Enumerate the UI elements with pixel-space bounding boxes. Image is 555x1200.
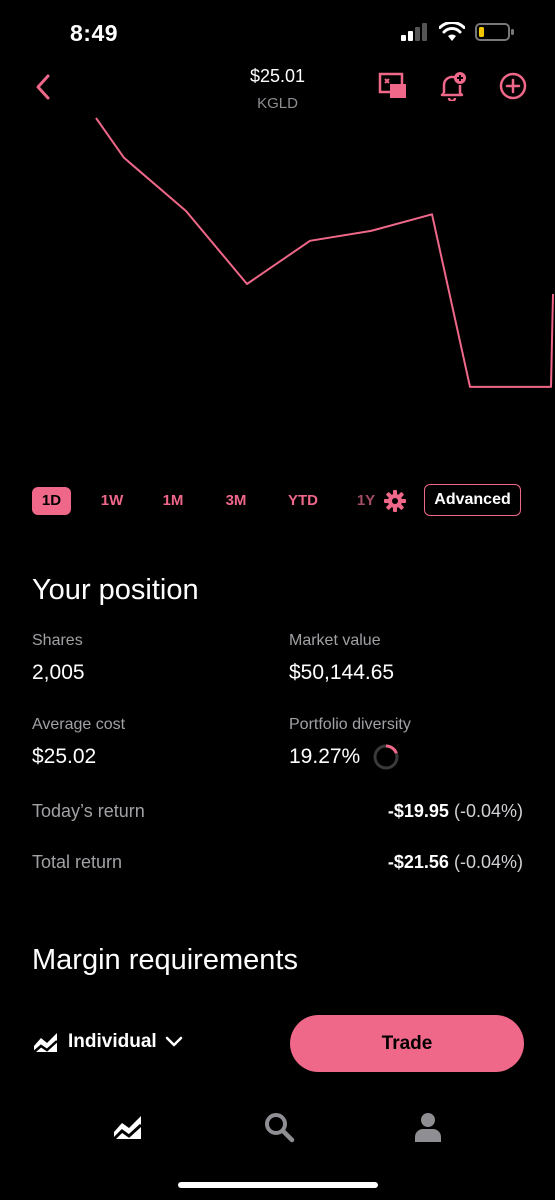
market-value-label: Market value bbox=[289, 632, 381, 649]
total-return-label: Total return bbox=[32, 852, 123, 872]
account-selector[interactable]: Individual bbox=[32, 1030, 183, 1054]
wifi-icon bbox=[439, 22, 465, 41]
range-tab-1w[interactable]: 1W bbox=[92, 487, 132, 515]
average-cost-value: $25.02 bbox=[32, 745, 97, 768]
status-icons bbox=[401, 22, 515, 42]
add-button[interactable] bbox=[497, 70, 529, 102]
plus-circle-icon bbox=[499, 72, 527, 100]
range-selector: 1D 1W 1M 3M YTD 1Y Advanced bbox=[0, 484, 555, 518]
range-tab-ytd[interactable]: YTD bbox=[280, 487, 326, 515]
chart-settings-button[interactable] bbox=[383, 489, 407, 513]
range-tab-1y[interactable]: 1Y bbox=[352, 487, 380, 515]
market-value: $50,144.65 bbox=[289, 661, 395, 684]
chevron-down-icon bbox=[165, 1036, 182, 1047]
todays-return-value: -$19.95 (-0.04%) bbox=[388, 801, 523, 822]
tab-bar bbox=[0, 1100, 555, 1160]
portfolio-diversity-label: Portfolio diversity bbox=[289, 716, 411, 733]
range-tab-3m[interactable]: 3M bbox=[216, 487, 256, 515]
chart-icon bbox=[33, 1033, 58, 1053]
tab-home[interactable] bbox=[111, 1110, 145, 1144]
home-indicator bbox=[178, 1182, 378, 1188]
nav-actions bbox=[377, 70, 529, 102]
tab-search[interactable] bbox=[262, 1110, 296, 1144]
person-icon bbox=[415, 1113, 441, 1142]
todays-return-amount: -$19.95 bbox=[387, 801, 449, 821]
advanced-button[interactable]: Advanced bbox=[424, 484, 521, 516]
bell-add-icon bbox=[440, 72, 466, 101]
nav-header: $25.01 KGLD bbox=[0, 62, 555, 118]
todays-return-percent: (-0.04%) bbox=[453, 801, 523, 821]
range-tab-1m[interactable]: 1M bbox=[153, 487, 193, 515]
chart-icon bbox=[112, 1116, 143, 1141]
tab-profile[interactable] bbox=[411, 1110, 445, 1144]
signal-icon bbox=[401, 23, 427, 41]
trade-button[interactable]: Trade bbox=[290, 1015, 524, 1072]
shares-label: Shares bbox=[32, 632, 83, 649]
status-bar: 8:49 bbox=[0, 0, 555, 66]
price-line bbox=[95, 117, 554, 388]
average-cost-label: Average cost bbox=[32, 716, 126, 733]
battery-icon bbox=[475, 23, 514, 41]
picture-in-picture-icon bbox=[378, 72, 406, 98]
price-chart[interactable] bbox=[0, 112, 555, 472]
shares-value: 2,005 bbox=[32, 661, 85, 684]
range-tab-1d[interactable]: 1D bbox=[32, 487, 71, 515]
search-icon bbox=[265, 1113, 295, 1143]
total-return-amount: -$21.56 bbox=[387, 852, 449, 872]
total-return-value: -$21.56 (-0.04%) bbox=[388, 852, 523, 873]
price-chart-svg bbox=[95, 117, 554, 388]
diversity-ring bbox=[373, 744, 399, 770]
portfolio-diversity-value: 19.27% bbox=[289, 745, 361, 768]
pip-button[interactable] bbox=[377, 70, 409, 102]
status-time: 8:49 bbox=[70, 20, 119, 46]
account-label: Individual bbox=[68, 1031, 157, 1052]
todays-return-label: Today’s return bbox=[32, 801, 145, 821]
gear-icon bbox=[384, 490, 406, 512]
total-return-percent: (-0.04%) bbox=[453, 852, 523, 872]
alert-button[interactable] bbox=[437, 70, 469, 102]
section-title-position: Your position bbox=[32, 574, 199, 606]
section-title-margin: Margin requirements bbox=[32, 944, 298, 976]
